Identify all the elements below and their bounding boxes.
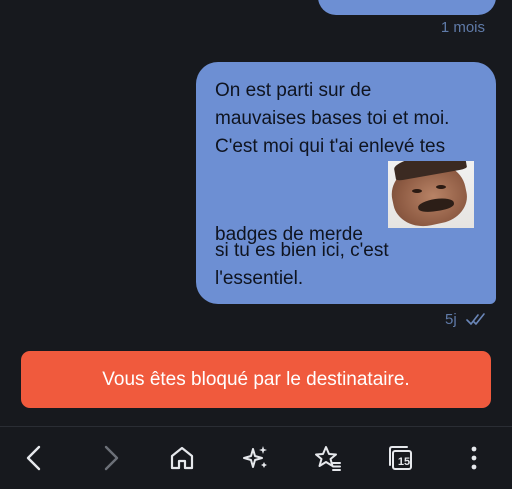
- home-button[interactable]: [152, 427, 212, 489]
- message-line: On est parti sur de: [215, 80, 372, 101]
- star-list-icon: [315, 446, 341, 471]
- message-line: mauvaises bases toi et moi.: [215, 108, 450, 129]
- chevron-right-icon: [104, 445, 119, 471]
- favorites-button[interactable]: [298, 427, 358, 489]
- home-icon: [170, 446, 194, 470]
- message-bubble[interactable]: On est parti sur de mauvaises bases toi …: [196, 62, 496, 304]
- double-check-icon: [466, 313, 485, 325]
- blocked-notice-text: Vous êtes bloqué par le destinataire.: [102, 368, 410, 390]
- message-timestamp: 5j: [445, 311, 457, 328]
- message-line: l'essentiel.: [215, 268, 304, 289]
- assistant-button[interactable]: [226, 427, 286, 489]
- menu-button[interactable]: [444, 427, 504, 489]
- sparkles-icon: [243, 446, 267, 468]
- tab-count: 15: [397, 455, 411, 468]
- forward-button[interactable]: [80, 427, 140, 489]
- browser-toolbar: 15: [0, 427, 512, 489]
- previous-message-bubble[interactable]: [318, 0, 496, 15]
- tabs-icon: 15: [387, 444, 415, 472]
- kebab-menu-icon: [471, 446, 477, 470]
- message-line: badges de merde: [215, 224, 363, 245]
- back-button[interactable]: [5, 427, 65, 489]
- tabs-button[interactable]: 15: [371, 427, 431, 489]
- message-line: C'est moi qui t'ai enlevé tes: [215, 136, 446, 157]
- chevron-left-icon: [26, 445, 41, 471]
- previous-message-timestamp: 1 mois: [440, 19, 485, 36]
- chat-screen: 1 mois On est parti sur de mauvaises bas…: [0, 0, 512, 489]
- blocked-notice: Vous êtes bloqué par le destinataire.: [21, 351, 491, 408]
- sticker-row: badges de merde: [215, 161, 496, 245]
- man-meme-sticker-icon[interactable]: [388, 161, 474, 228]
